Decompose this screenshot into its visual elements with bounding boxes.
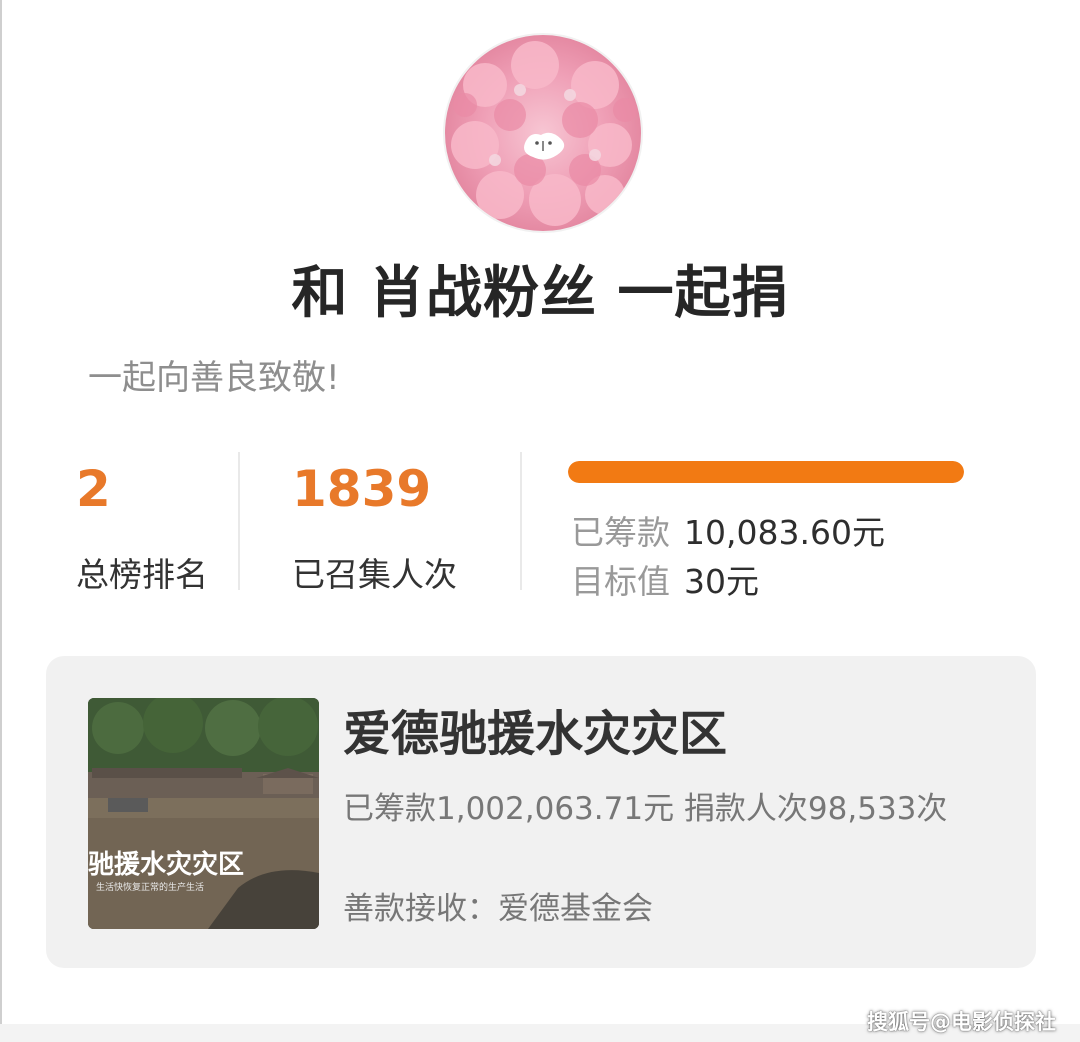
rank-value: 2 bbox=[76, 460, 111, 518]
flood-photo-icon bbox=[88, 698, 319, 929]
page-left-edge bbox=[0, 0, 2, 1042]
target-value: 30元 bbox=[684, 562, 759, 601]
raised-value: 10,083.60元 bbox=[684, 513, 885, 552]
project-title[interactable]: 爱德驰援水灾灾区 bbox=[343, 694, 727, 764]
stats-divider bbox=[238, 452, 240, 590]
thumbnail-caption: 驰援水灾灾区 bbox=[88, 850, 245, 880]
page-title: 和 肖战粉丝 一起捐 bbox=[291, 261, 789, 326]
rank-label: 总榜排名 bbox=[76, 555, 208, 594]
raised-row: 已筹款 10,083.60元 bbox=[571, 506, 885, 554]
project-recipient: 善款接收：爱德基金会 bbox=[343, 891, 653, 927]
raised-label: 已筹款 bbox=[571, 513, 670, 552]
slogan: 一起向善良致敬! bbox=[88, 358, 340, 398]
stats-divider bbox=[520, 452, 522, 590]
participants-value: 1839 bbox=[292, 460, 432, 518]
watermark: 搜狐号@电影侦探社 bbox=[867, 1010, 1056, 1034]
target-row: 目标值 30元 bbox=[571, 555, 759, 603]
target-label: 目标值 bbox=[571, 562, 670, 601]
project-thumbnail[interactable]: 驰援水灾灾区 生活快恢复正常的生产生活 bbox=[88, 698, 319, 929]
progress-bar bbox=[568, 461, 964, 483]
thumbnail-subcaption: 生活快恢复正常的生产生活 bbox=[96, 883, 205, 893]
pink-flowers-cat-avatar-icon bbox=[451, 41, 637, 226]
progress-fill bbox=[568, 461, 964, 483]
project-summary: 已筹款1,002,063.71元 捐款人次98,533次 bbox=[343, 791, 948, 827]
participants-label: 已召集人次 bbox=[292, 555, 457, 594]
avatar[interactable] bbox=[443, 33, 643, 233]
